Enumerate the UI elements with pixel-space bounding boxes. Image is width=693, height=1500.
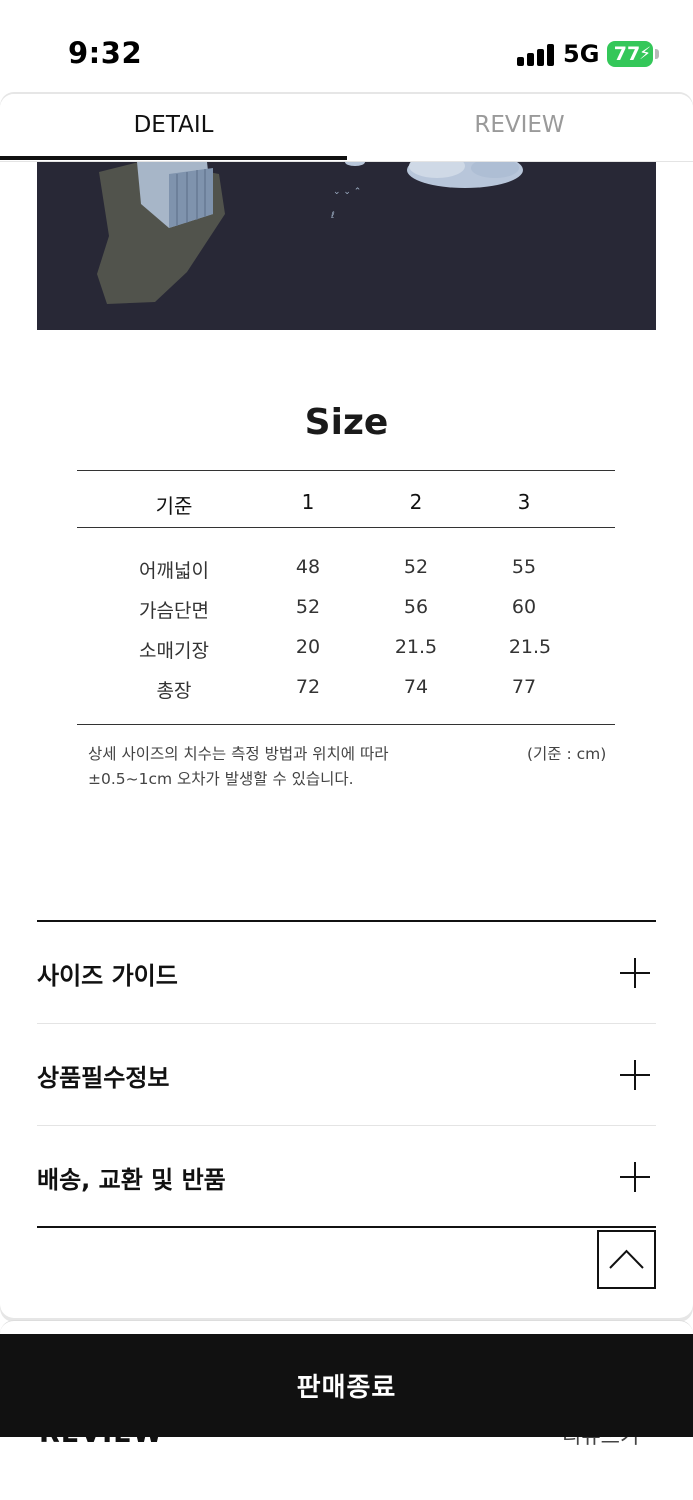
accordion-shipping-returns[interactable]: 배송, 교환 및 반품: [37, 1126, 656, 1228]
network-label: 5G: [563, 40, 600, 68]
size-note-line-2: ±0.5~1cm 오차가 발생할 수 있습니다.: [88, 770, 354, 788]
table-cell: 20: [295, 636, 321, 658]
tab-bar: DETAIL REVIEW: [0, 94, 693, 162]
table-cell: 77: [511, 676, 537, 698]
table-header-size-3: 3: [517, 490, 531, 514]
table-cell: 21.5: [394, 636, 438, 658]
product-detail-sheet: DETAIL REVIEW ⌄ ⌄ ⌃ ℓ Size 기준 1 2 3 어깨넓이…: [0, 94, 693, 1318]
svg-text:ℓ: ℓ: [330, 211, 335, 221]
table-cell: 총장: [156, 680, 192, 702]
accordion-product-info[interactable]: 상품필수정보: [37, 1024, 656, 1126]
table-cell: 어깨넓이: [139, 560, 209, 582]
purchase-bar: 판매종료: [0, 1334, 693, 1437]
table-cell: 52: [295, 596, 321, 618]
table-bottom-rule: [77, 724, 615, 725]
size-unit-label: (기준 : cm): [527, 745, 607, 763]
accordion-size-guide[interactable]: 사이즈 가이드: [37, 922, 656, 1024]
info-accordion: 사이즈 가이드 상품필수정보 배송, 교환 및 반품: [37, 920, 656, 1228]
accordion-label: 배송, 교환 및 반품: [37, 1166, 226, 1194]
accordion-label: 상품필수정보: [37, 1064, 170, 1092]
battery-cap: [655, 49, 659, 59]
status-bar: 9:32 5G 77 ⚡: [0, 0, 693, 94]
charging-bolt-icon: ⚡: [639, 44, 651, 64]
table-cell: 72: [295, 676, 321, 698]
scroll-top-button[interactable]: [597, 1230, 656, 1289]
table-header-size-1: 1: [301, 490, 315, 514]
chevron-up-icon: [609, 1249, 644, 1269]
table-cell: 52: [403, 556, 429, 578]
size-note: 상세 사이즈의 치수는 측정 방법과 위치에 따라 ±0.5~1cm 오차가 발…: [88, 742, 389, 792]
size-title: Size: [304, 402, 389, 443]
table-cell: 74: [403, 676, 429, 698]
tab-detail[interactable]: DETAIL: [0, 94, 347, 160]
table-cell: 소매기장: [139, 640, 209, 662]
active-tab-indicator: [0, 156, 347, 160]
table-top-rule: [77, 470, 615, 471]
table-header-size-2: 2: [409, 490, 423, 514]
table-cell: 55: [511, 556, 537, 578]
table-cell: 60: [511, 596, 537, 618]
table-cell: 48: [295, 556, 321, 578]
battery-icon: 77 ⚡: [607, 41, 653, 67]
accordion-label: 사이즈 가이드: [37, 962, 178, 990]
svg-text:⌄ ⌄ ⌃: ⌄ ⌄ ⌃: [333, 187, 361, 197]
table-cell: 56: [403, 596, 429, 618]
size-note-line-1: 상세 사이즈의 치수는 측정 방법과 위치에 따라: [88, 745, 389, 763]
table-header-rule: [77, 527, 615, 528]
product-image: ⌄ ⌄ ⌃ ℓ: [37, 162, 656, 330]
plus-icon[interactable]: [620, 1162, 650, 1192]
table-cell: 가슴단면: [139, 600, 209, 622]
tab-review[interactable]: REVIEW: [346, 94, 693, 160]
signal-icon: [517, 44, 555, 66]
status-time: 9:32: [68, 36, 143, 70]
plus-icon[interactable]: [620, 958, 650, 988]
table-header-basis: 기준: [155, 494, 193, 518]
table-cell: 21.5: [508, 636, 552, 658]
sold-out-button[interactable]: 판매종료: [0, 1334, 693, 1437]
plus-icon[interactable]: [620, 1060, 650, 1090]
